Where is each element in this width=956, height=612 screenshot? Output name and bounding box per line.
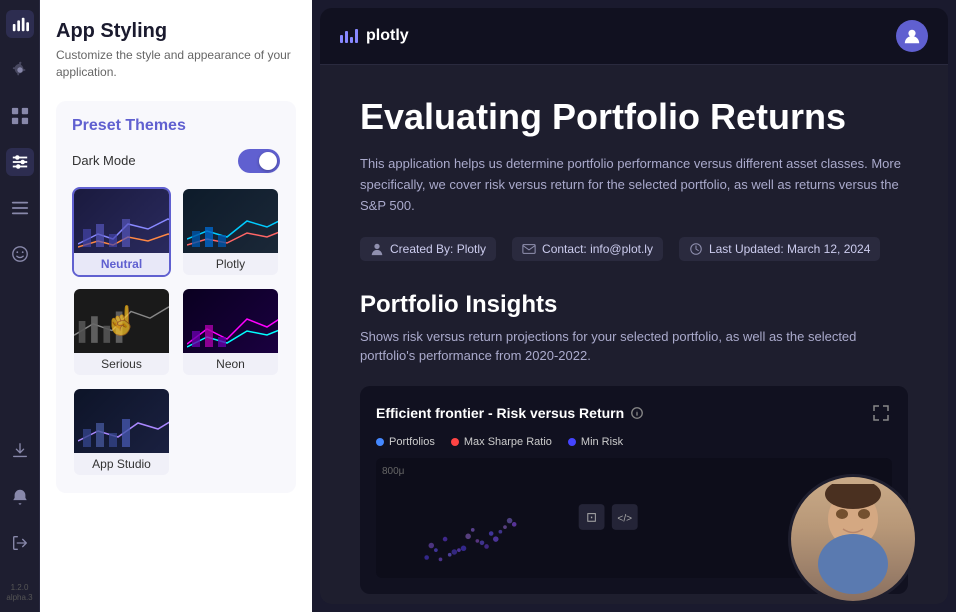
chart-header: Efficient frontier - Risk versus Return bbox=[376, 402, 892, 424]
theme-plotly[interactable]: Plotly bbox=[181, 187, 280, 277]
icon-analytics[interactable] bbox=[6, 10, 34, 38]
icon-sliders[interactable] bbox=[6, 148, 34, 176]
chart-title: Efficient frontier - Risk versus Return bbox=[376, 405, 644, 421]
preset-themes-section: Preset Themes Dark Mode Neutra bbox=[56, 101, 296, 493]
svg-text:⊡: ⊡ bbox=[586, 509, 597, 524]
section-heading: Portfolio Insights bbox=[360, 291, 908, 319]
legend-max-sharpe: Max Sharpe Ratio bbox=[451, 436, 552, 448]
icon-list[interactable] bbox=[6, 194, 34, 222]
svg-text:</>: </> bbox=[617, 513, 632, 524]
meta-contact: Contact: info@plot.ly bbox=[512, 237, 663, 261]
icon-face[interactable] bbox=[6, 240, 34, 268]
logo-icon bbox=[340, 29, 358, 43]
sidebar-subtitle: Customize the style and appearance of yo… bbox=[56, 47, 296, 81]
icon-bar: 1.2.0 alpha.3 bbox=[0, 0, 40, 612]
logo-text: plotly bbox=[366, 27, 409, 45]
preview-body: Evaluating Portfolio Returns This applic… bbox=[320, 65, 948, 604]
app-preview: plotly Evaluating Portfolio Returns This… bbox=[320, 8, 948, 604]
theme-neutral[interactable]: Neutral bbox=[72, 187, 171, 277]
theme-appstudio-label: App Studio bbox=[74, 453, 169, 475]
icon-download[interactable] bbox=[6, 437, 34, 465]
dark-mode-label: Dark Mode bbox=[72, 153, 136, 168]
chart-container: Efficient frontier - Risk versus Return bbox=[360, 386, 908, 594]
preview-meta: Created By: Plotly Contact: info@plot.ly… bbox=[360, 237, 908, 261]
themes-grid: Neutral Plotly bbox=[72, 187, 280, 477]
preview-logo: plotly bbox=[340, 27, 409, 45]
preview-header: plotly bbox=[320, 8, 948, 65]
section-desc: Shows risk versus return projections for… bbox=[360, 327, 908, 366]
dark-mode-toggle[interactable] bbox=[238, 149, 280, 173]
legend-dot-risk bbox=[568, 438, 576, 446]
meta-author: Created By: Plotly bbox=[360, 237, 496, 261]
sidebar: App Styling Customize the style and appe… bbox=[40, 0, 312, 612]
main-content: plotly Evaluating Portfolio Returns This… bbox=[312, 0, 956, 612]
icon-bell[interactable] bbox=[6, 483, 34, 511]
icon-gear[interactable] bbox=[6, 56, 34, 84]
legend-min-risk: Min Risk bbox=[568, 436, 623, 448]
icon-grid[interactable] bbox=[6, 102, 34, 130]
legend-dot-sharpe bbox=[451, 438, 459, 446]
theme-neon[interactable]: Neon bbox=[181, 287, 280, 377]
theme-serious[interactable]: ☝ Serious bbox=[72, 287, 171, 377]
sidebar-title: App Styling bbox=[56, 20, 296, 43]
info-icon bbox=[630, 406, 644, 420]
dark-mode-row: Dark Mode bbox=[72, 149, 280, 173]
theme-neon-label: Neon bbox=[183, 353, 278, 375]
chart-legend: Portfolios Max Sharpe Ratio Min Risk bbox=[376, 436, 892, 448]
preset-themes-label: Preset Themes bbox=[72, 117, 280, 135]
preview-title: Evaluating Portfolio Returns bbox=[360, 95, 908, 138]
theme-appstudio[interactable]: App Studio bbox=[72, 387, 171, 477]
legend-label-sharpe: Max Sharpe Ratio bbox=[464, 436, 552, 448]
person-overlay bbox=[788, 474, 918, 604]
legend-portfolios: Portfolios bbox=[376, 436, 435, 448]
expand-icon[interactable] bbox=[870, 402, 892, 424]
icon-exit[interactable] bbox=[6, 529, 34, 557]
version-sub-label: alpha.3 bbox=[6, 593, 32, 602]
legend-label-portfolios: Portfolios bbox=[389, 436, 435, 448]
version-label: 1.2.0 bbox=[6, 583, 32, 593]
legend-label-risk: Min Risk bbox=[581, 436, 623, 448]
legend-dot-portfolios bbox=[376, 438, 384, 446]
theme-plotly-label: Plotly bbox=[183, 253, 278, 275]
meta-updated: Last Updated: March 12, 2024 bbox=[679, 237, 880, 261]
user-avatar[interactable] bbox=[896, 20, 928, 52]
preview-description: This application helps us determine port… bbox=[360, 154, 908, 216]
meta-updated-text: Last Updated: March 12, 2024 bbox=[709, 242, 870, 256]
person-face bbox=[808, 484, 898, 594]
theme-neutral-label: Neutral bbox=[74, 253, 169, 275]
theme-serious-label: Serious bbox=[74, 353, 169, 375]
meta-contact-text: Contact: info@plot.ly bbox=[542, 242, 653, 256]
meta-author-text: Created By: Plotly bbox=[390, 242, 486, 256]
